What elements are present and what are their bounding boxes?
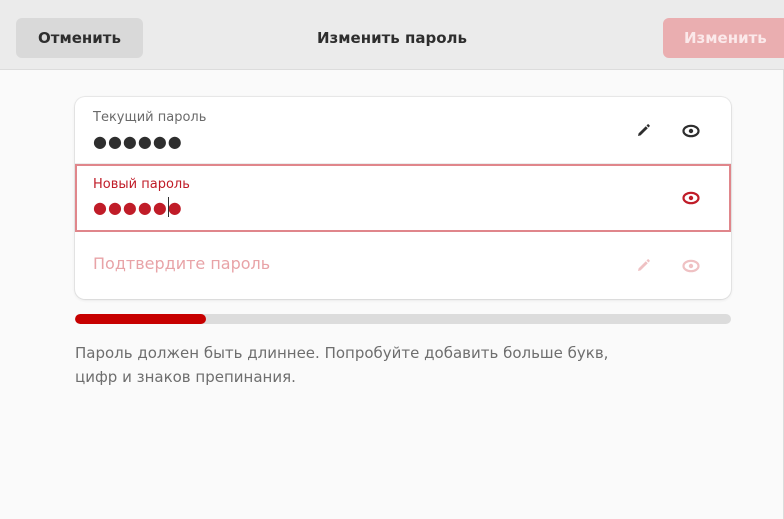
show-password-eye-icon[interactable] [677, 117, 705, 145]
edit-pencil-icon[interactable] [629, 252, 657, 280]
current-password-label: Текущий пароль [93, 110, 207, 125]
current-password-value: ●●●●●● [93, 132, 183, 151]
confirm-password-placeholder: Подтвердите пароль [93, 254, 271, 273]
edit-pencil-icon[interactable] [629, 117, 657, 145]
password-strength-bar [75, 314, 731, 324]
new-password-label: Новый пароль [93, 177, 190, 192]
current-password-field[interactable]: Текущий пароль ●●●●●● [75, 97, 731, 164]
change-password-dialog: Отменить Изменить пароль Изменить Текущи… [0, 0, 784, 519]
new-password-field[interactable]: Новый пароль ●●●●●● [75, 164, 731, 232]
text-cursor [168, 197, 169, 217]
password-hint: Пароль должен быть длиннее. Попробуйте д… [75, 344, 609, 386]
apply-change-button[interactable]: Изменить [663, 18, 784, 58]
header-bar: Отменить Изменить пароль Изменить [0, 0, 784, 70]
password-fields-card: Текущий пароль ●●●●●● Новый пароль ●●●●●… [75, 97, 731, 299]
show-password-eye-icon[interactable] [677, 252, 705, 280]
confirm-password-field[interactable]: Подтвердите пароль [75, 232, 731, 299]
password-strength-fill [75, 314, 207, 324]
cancel-button[interactable]: Отменить [16, 18, 143, 58]
new-password-value: ●●●●●● [93, 198, 183, 217]
show-password-eye-icon[interactable] [677, 184, 705, 212]
